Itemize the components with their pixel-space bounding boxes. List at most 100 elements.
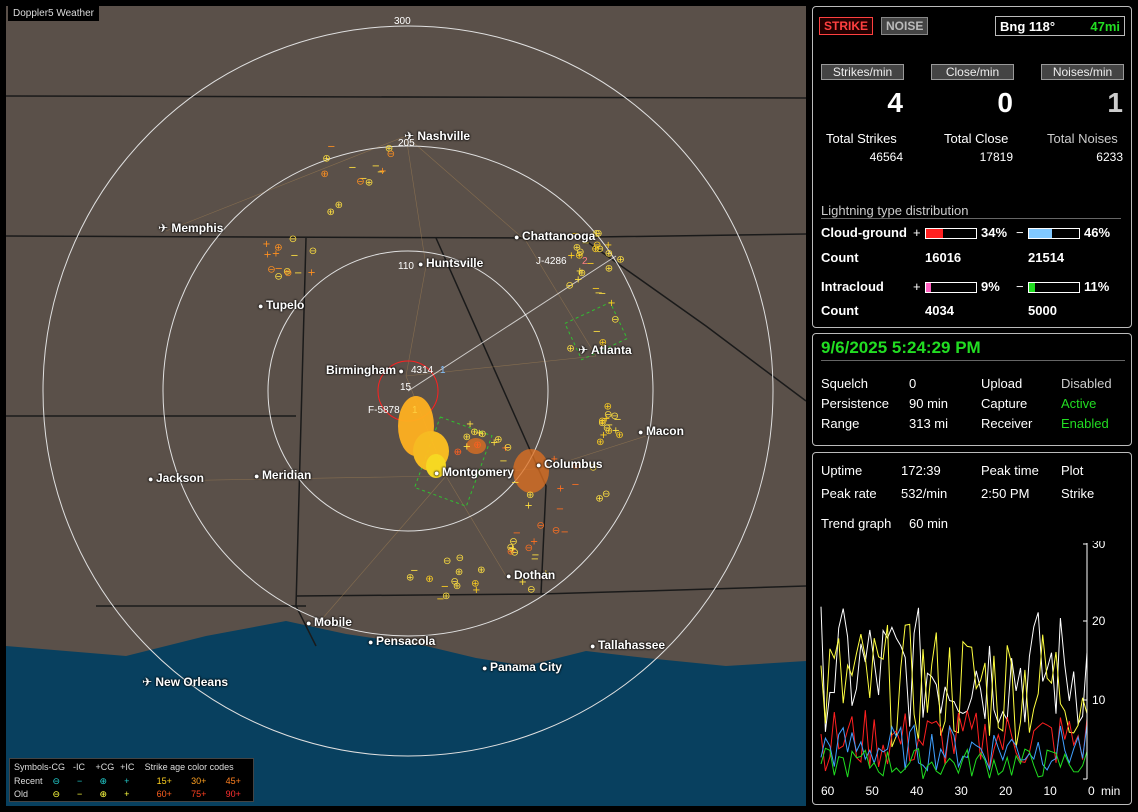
svg-text:+: + — [556, 484, 564, 495]
ic-negative-pct: 11% — [1084, 279, 1110, 294]
svg-text:⊖: ⊖ — [611, 315, 619, 326]
svg-text:⊖: ⊖ — [289, 234, 297, 245]
close-per-min-header[interactable]: Close/min — [931, 64, 1014, 80]
storm-tag-j: J-4286 — [536, 256, 567, 267]
city-huntsville: ● Huntsville — [418, 256, 484, 270]
svg-text:⊖: ⊖ — [456, 553, 464, 564]
close-per-min: 0 — [997, 87, 1013, 118]
strike-button[interactable]: STRIKE — [819, 17, 874, 35]
capture-label: Capture — [981, 396, 1028, 411]
recent-neg-cg-icon: ⊖ — [52, 776, 61, 786]
ic-positive-count: 4034 — [925, 303, 954, 318]
x-unit: min — [1101, 784, 1120, 798]
noises-per-min-header[interactable]: Noises/min — [1041, 64, 1124, 80]
ic-minus-sign: − — [1016, 279, 1024, 294]
svg-text:⊕: ⊕ — [478, 429, 486, 440]
airport-icon: ✈ — [578, 343, 591, 357]
city-jackson: ● Jackson — [148, 471, 204, 485]
city-panama-city: ● Panama City — [482, 660, 562, 674]
city-dot-icon: ● — [536, 460, 544, 470]
city-montgomery: ● Montgomery — [434, 465, 514, 479]
cg-positive-fill — [926, 229, 943, 238]
svg-text:⊖: ⊖ — [284, 268, 292, 279]
svg-text:−: − — [294, 268, 302, 279]
svg-text:⊖: ⊖ — [387, 149, 395, 160]
distribution-title: Lightning type distribution — [821, 203, 1121, 219]
city-dot-icon: ● — [396, 366, 404, 376]
total-noises: 6233 — [1096, 150, 1123, 164]
datetime: 9/6/2025 5:24:29 PM — [821, 338, 1125, 361]
city-atlanta: ✈ Atlanta — [578, 343, 632, 357]
cg-positive-count: 16016 — [925, 250, 962, 265]
recent-pos-ic-icon: + — [124, 776, 130, 786]
svg-text:⊕: ⊕ — [605, 264, 613, 275]
total-strikes-label: Total Strikes — [826, 131, 897, 146]
city-chattanooga: ● Chattanooga — [514, 229, 596, 243]
uptime-label: Uptime — [821, 463, 863, 478]
city-mobile: ● Mobile — [306, 615, 352, 629]
city-dot-icon: ● — [418, 259, 426, 269]
lightning-map[interactable]: ⊕ − − ⊕ ⊖ − ⊕ ⊖ ⊕ − − ⊕ + ⊕ + ⊖ ⊖ ⊕ − + ⊖ + ⊖ − ⊖ ⊖ + − ⊕ ⊕ ⊖ ⊖ ⊕ ⊕ − − ⊖ ⊕ + −… — [6, 6, 806, 806]
svg-text:−: − — [290, 251, 298, 262]
svg-text:−: − — [561, 527, 569, 538]
svg-text:⊕: ⊕ — [320, 169, 328, 180]
cg-negative-pct: 46% — [1084, 225, 1111, 240]
persistence-label: Persistence — [821, 396, 889, 411]
peak-time-value: 2:50 PM — [981, 486, 1030, 501]
strikes-per-min: 4 — [887, 87, 903, 118]
bearing-readout: Bng 118° 47mi — [995, 16, 1125, 36]
svg-text:−: − — [511, 478, 519, 489]
svg-text:⊖: ⊖ — [356, 177, 364, 188]
city-pensacola: ● Pensacola — [368, 634, 436, 648]
range-label: Range — [821, 416, 860, 431]
svg-text:−: − — [556, 504, 564, 515]
storm-tag-f-count: 1 — [412, 405, 418, 416]
svg-text:⊕: ⊕ — [442, 591, 450, 602]
plot-value[interactable]: Strike — [1061, 486, 1094, 501]
x-tick-60: 60 — [821, 784, 835, 798]
city-dot-icon: ● — [148, 474, 156, 484]
trend-graph: 30 20 10 60 50 40 30 20 10 0 min — [820, 541, 1120, 798]
symbol-legend: Symbols -CG -IC +CG +IC Strike age color… — [9, 758, 254, 802]
ic-positive-bar — [925, 282, 977, 293]
city-dot-icon: ● — [482, 663, 490, 673]
svg-text:−: − — [593, 327, 601, 338]
svg-text:⊕: ⊕ — [477, 565, 485, 576]
svg-text:⊕: ⊕ — [595, 493, 603, 504]
svg-text:⊖: ⊖ — [525, 543, 533, 554]
svg-text:−: − — [598, 289, 606, 300]
receiver-value: Enabled — [1061, 416, 1109, 431]
total-close: 17819 — [979, 150, 1013, 164]
persistence-value: 90 min — [909, 396, 949, 411]
svg-text:⊕: ⊕ — [322, 154, 330, 165]
city-dot-icon: ● — [368, 637, 376, 647]
storm-tag-b-count: 1 — [440, 365, 446, 376]
y-tick-20: 20 — [1092, 614, 1106, 628]
city-dot-icon: ● — [590, 641, 598, 651]
airport-icon: ✈ — [142, 675, 156, 689]
trend-graph-label: Trend graph — [821, 516, 892, 531]
svg-text:−: − — [531, 554, 539, 565]
storm-tag-f: F-5878 — [368, 405, 400, 416]
cg-negative-count: 21514 — [1028, 250, 1065, 265]
svg-text:⊕: ⊕ — [578, 268, 586, 279]
svg-text:−: − — [613, 415, 621, 426]
cg-count-label: Count — [821, 250, 859, 265]
strikes-per-min-header[interactable]: Strikes/min — [821, 64, 904, 80]
svg-text:⊕: ⊕ — [453, 581, 461, 592]
svg-text:⊕: ⊕ — [616, 254, 624, 265]
svg-text:⊕: ⊕ — [615, 430, 623, 441]
squelch-label: Squelch — [821, 376, 868, 391]
storm-tag-b: 4314 — [411, 365, 434, 376]
cloud-ground-label: Cloud-ground — [821, 225, 907, 240]
svg-text:⊖: ⊖ — [509, 537, 517, 548]
storm-tag-j-count: 2 — [582, 256, 588, 267]
total-noises-label: Total Noises — [1047, 131, 1118, 146]
old-neg-ic-icon: − — [77, 789, 83, 799]
city-dothan: ● Dothan — [506, 568, 556, 582]
noise-button[interactable]: NOISE — [881, 17, 929, 35]
svg-text:⊕: ⊕ — [471, 579, 479, 590]
svg-text:⊕: ⊕ — [566, 344, 574, 355]
svg-text:⊕: ⊕ — [425, 574, 433, 585]
city-new-orleans: ✈ New Orleans — [142, 675, 229, 689]
